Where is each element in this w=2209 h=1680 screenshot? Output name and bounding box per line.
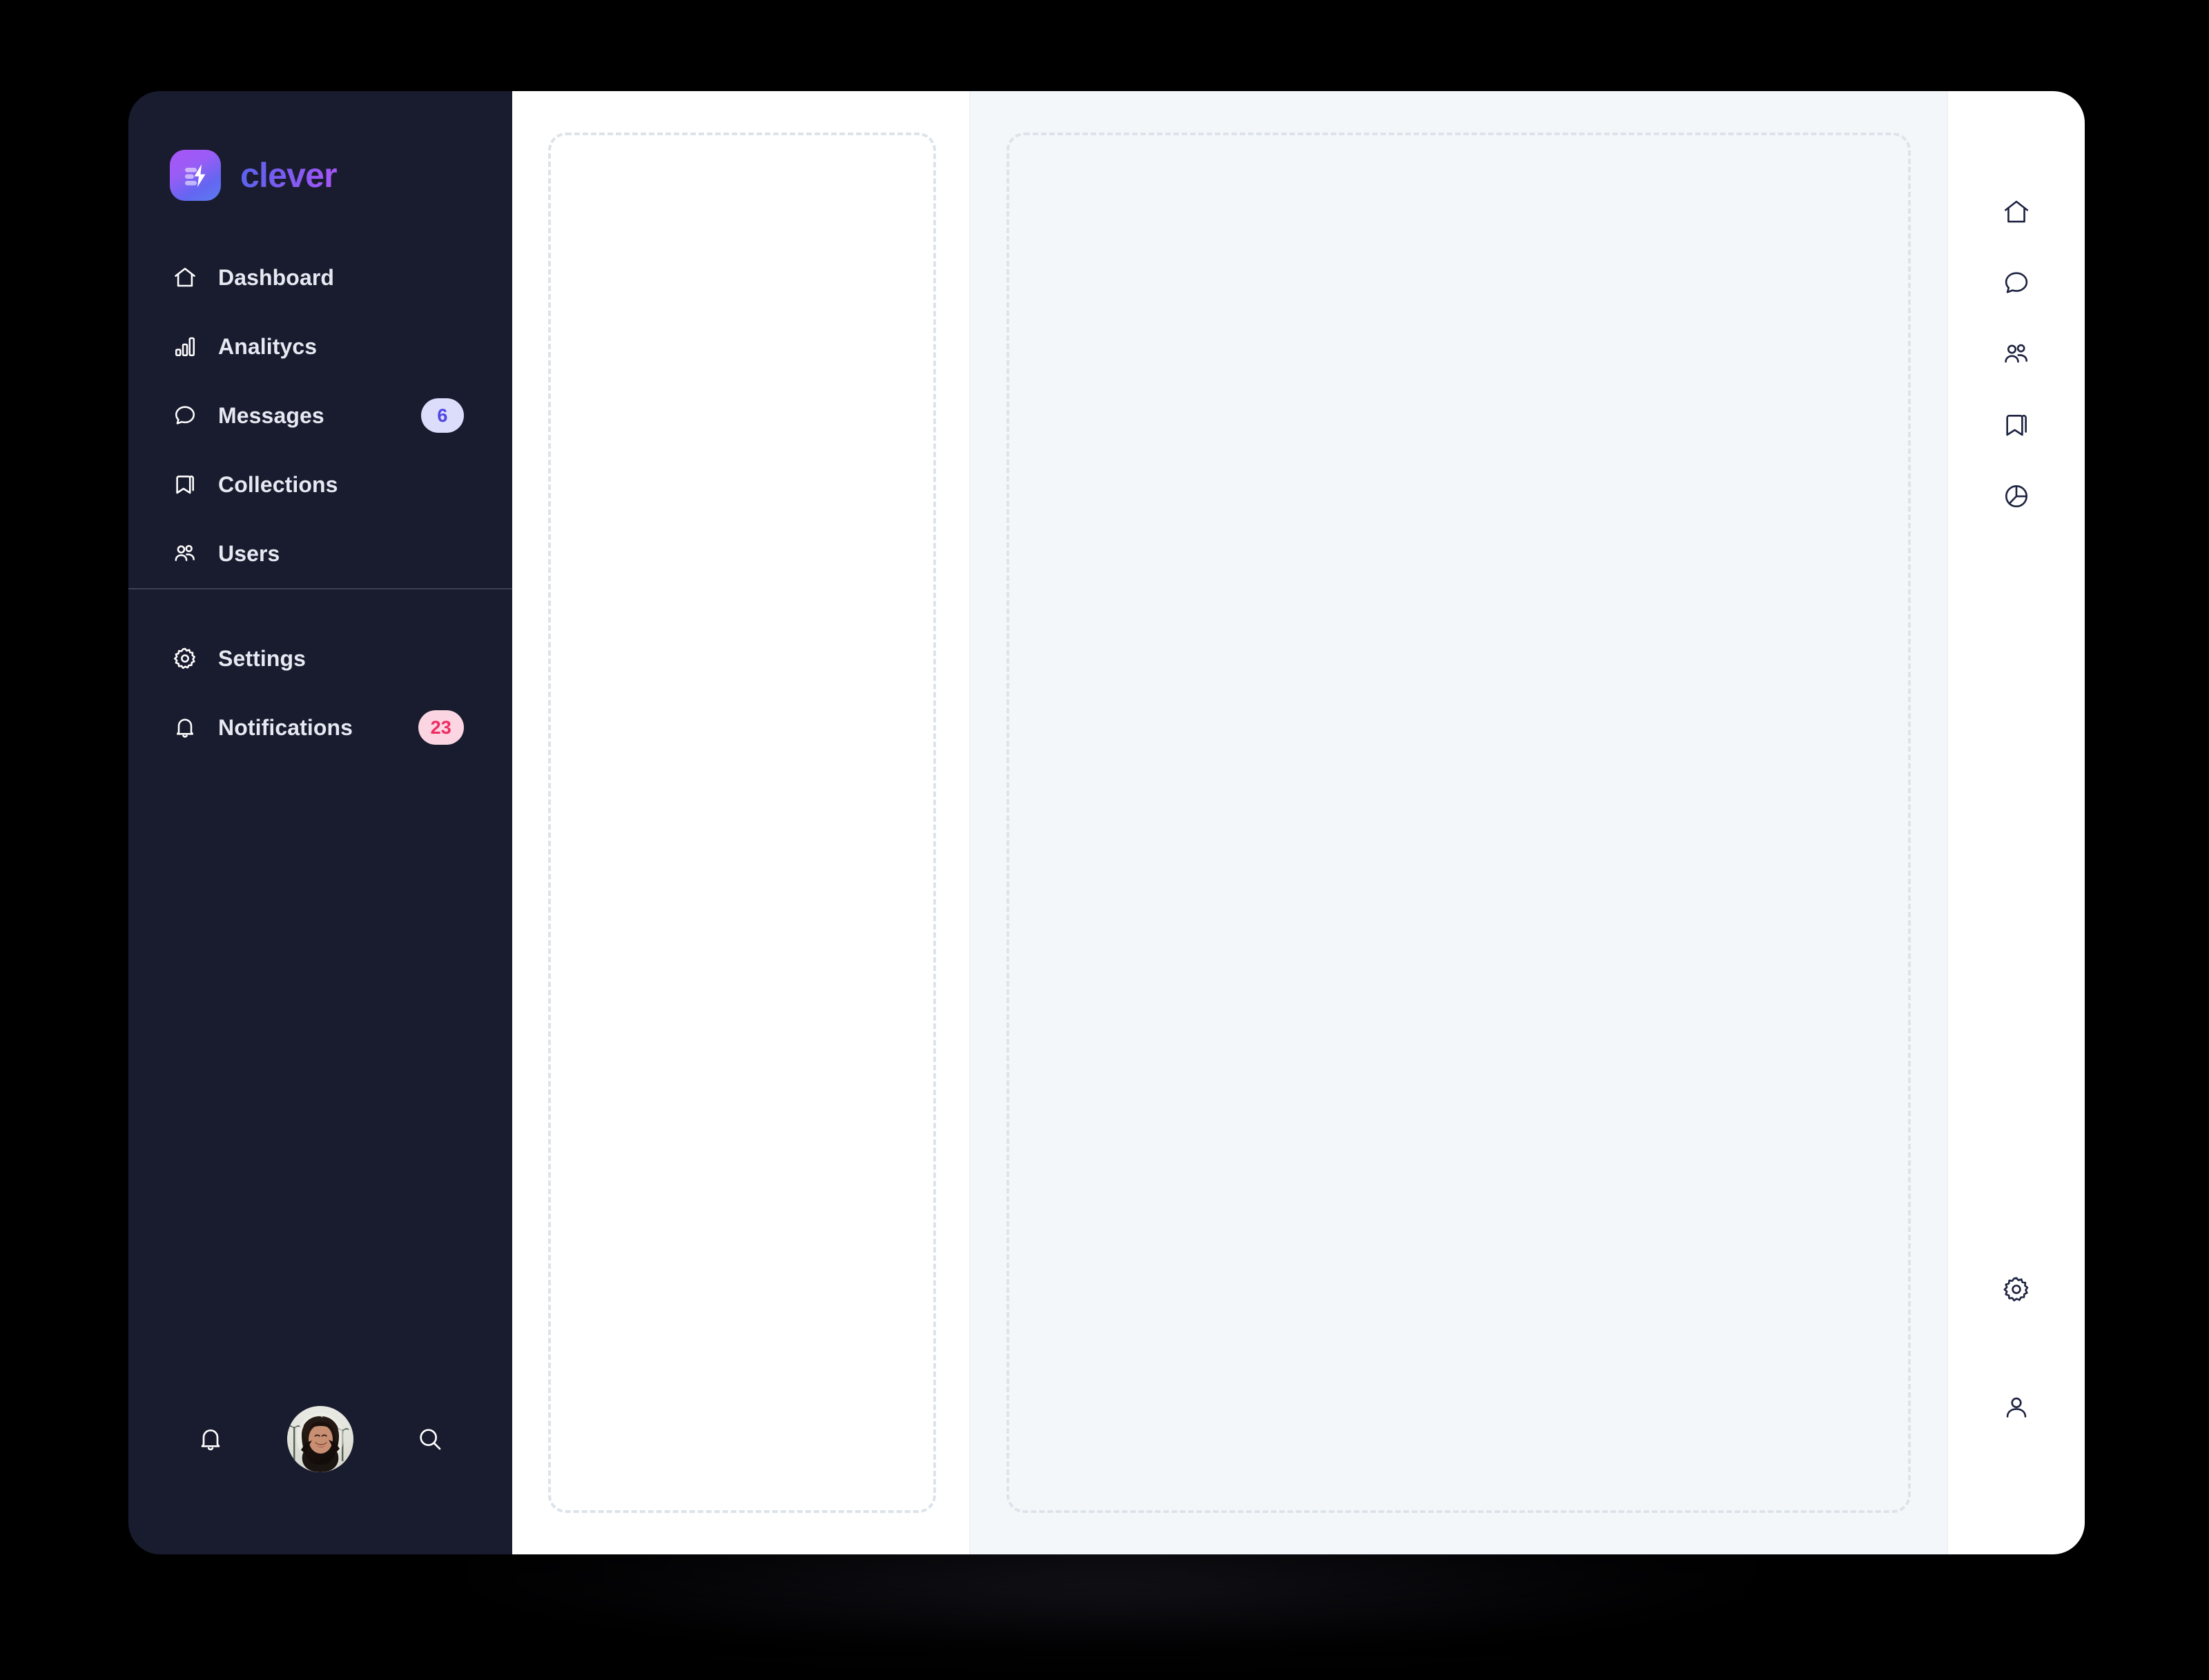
sidebar-item-settings[interactable]: Settings [128,624,512,693]
brand[interactable]: clever [128,91,512,213]
bar-chart-icon [170,331,200,362]
app-window: clever Dashboard Analitycs Messages 6 Co… [128,91,2085,1554]
sidebar-primary-nav: Dashboard Analitycs Messages 6 Collectio… [128,213,512,588]
sidebar-footer [128,1382,512,1554]
gear-icon [170,643,200,674]
sidebar-item-notifications[interactable]: Notifications 23 [128,693,512,762]
main-right-column [971,91,1947,1554]
sidebar-item-label: Users [218,540,280,566]
chat-bubble-icon [170,400,200,431]
sidebar-secondary-nav: Settings Notifications 23 [128,589,512,762]
sidebar-item-dashboard[interactable]: Dashboard [128,243,512,312]
users-icon [170,538,200,569]
sidebar-item-label: Dashboard [218,264,335,290]
right-rail [1947,91,2085,1554]
sidebar-item-collections[interactable]: Collections [128,450,512,519]
search-icon[interactable] [406,1415,454,1463]
sidebar-item-label: Analitycs [218,333,318,359]
footer-bell-icon[interactable] [186,1415,235,1463]
main-left-column [512,91,971,1554]
sidebar-item-label: Notifications [218,714,353,740]
sidebar-item-label: Collections [218,471,338,497]
notifications-badge: 23 [418,710,464,745]
bookmark-icon [170,469,200,500]
rail-users-icon[interactable] [1994,331,2039,377]
lightning-bolt-icon [170,150,221,201]
right-placeholder-region [1006,133,1911,1513]
sidebar-item-messages[interactable]: Messages 6 [128,381,512,450]
left-placeholder-region [548,133,936,1513]
messages-badge: 6 [421,398,464,433]
rail-pie-chart-icon[interactable] [1994,473,2039,519]
rail-chat-bubble-icon[interactable] [1994,260,2039,306]
main-content [512,91,1947,1554]
rail-home-icon[interactable] [1994,189,2039,235]
bell-icon [170,712,200,743]
app-name: clever [240,156,338,195]
rail-person-icon[interactable] [1994,1385,2039,1430]
rail-bookmark-icon[interactable] [1994,402,2039,448]
sidebar-item-analitycs[interactable]: Analitycs [128,312,512,381]
avatar[interactable] [287,1406,353,1472]
sidebar-item-label: Messages [218,402,324,428]
sidebar: clever Dashboard Analitycs Messages 6 Co… [128,91,512,1554]
home-icon [170,262,200,293]
sidebar-item-users[interactable]: Users [128,519,512,588]
rail-gear-icon[interactable] [1994,1267,2039,1312]
screen-background: clever Dashboard Analitycs Messages 6 Co… [0,0,2209,1680]
sidebar-item-label: Settings [218,645,306,671]
